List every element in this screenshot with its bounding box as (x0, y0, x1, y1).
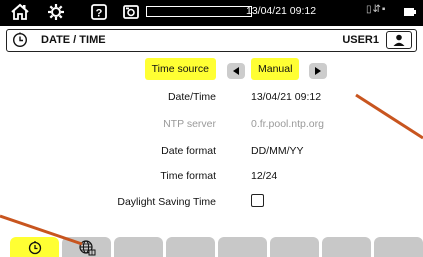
clock-icon (12, 32, 28, 53)
user-button[interactable] (386, 31, 412, 49)
tab-4[interactable] (166, 237, 215, 257)
dst-label: Daylight Saving Time (117, 196, 216, 208)
time-format-value[interactable]: 12/24 (251, 170, 277, 182)
progress-bar (146, 6, 252, 17)
tab-6[interactable] (270, 237, 319, 257)
ntp-server-value: 0.fr.pool.ntp.org (251, 118, 324, 130)
time-source-value[interactable]: Manual (251, 58, 300, 80)
tab-8[interactable] (374, 237, 423, 257)
settings-icon[interactable] (44, 0, 68, 24)
camera-icon[interactable] (120, 0, 142, 24)
tab-date-time[interactable] (10, 237, 59, 257)
status-bar: ? 13/04/21 09:12 ▯⇵▪ (0, 0, 423, 26)
page-header: DATE / TIME USER1 (6, 29, 417, 52)
battery-icon (400, 0, 420, 24)
status-icons: ▯⇵▪ (366, 4, 386, 15)
tab-3[interactable] (114, 237, 163, 257)
time-source-label: Time source (144, 58, 216, 80)
network-icon: ▪ (381, 4, 387, 15)
status-datetime: 13/04/21 09:12 (246, 5, 317, 17)
tab-5[interactable] (218, 237, 267, 257)
clock-icon (10, 239, 59, 255)
date-time-label: Date/Time (167, 91, 216, 103)
usb-icon: ⇵ (372, 4, 382, 15)
tab-7[interactable] (322, 237, 371, 257)
help-icon[interactable]: ? (88, 0, 110, 24)
callout-line-manual (355, 93, 423, 140)
user-icon (393, 34, 405, 46)
ntp-server-label: NTP server (163, 118, 216, 130)
time-format-label: Time format (160, 170, 216, 182)
time-source-prev-button[interactable] (227, 63, 245, 79)
page-title: DATE / TIME (41, 34, 106, 46)
tab-network[interactable] (62, 237, 111, 257)
date-format-value[interactable]: DD/MM/YY (251, 145, 304, 157)
chevron-left-icon (233, 67, 239, 75)
chevron-right-icon (315, 67, 321, 75)
time-source-next-button[interactable] (309, 63, 327, 79)
user-name: USER1 (342, 34, 379, 46)
globe-icon (62, 239, 111, 256)
svg-text:?: ? (96, 8, 103, 20)
date-time-value[interactable]: 13/04/21 09:12 (251, 91, 321, 103)
home-icon[interactable] (8, 0, 32, 24)
date-format-label: Date format (161, 145, 216, 157)
dst-checkbox[interactable] (251, 194, 264, 207)
